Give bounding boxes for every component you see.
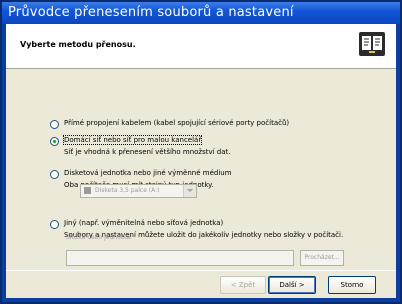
wizard-header: Vyberte metodu přenosu. [6,24,396,69]
drive-select-value: Disketa 3,5 palce (A:) [95,187,160,194]
transfer-wizard-icon [359,32,385,56]
window-title: Průvodce přenesením souborů a nastavení [8,5,294,20]
wizard-content: Vyberte metodu přenosu. Přímé propojení … [6,24,396,298]
label-floppy[interactable]: Disketová jednotka nebo jiné výměnné méd… [64,169,232,177]
radio-other[interactable] [50,220,59,229]
title-bar[interactable]: Průvodce přenesením souborů a nastavení [2,2,400,24]
radio-direct-cable[interactable] [50,120,59,129]
separator [6,270,396,271]
back-button[interactable]: < Zpět [220,276,266,294]
folder-input[interactable] [66,250,294,266]
cancel-button[interactable]: Storno [328,276,376,294]
dropdown-arrow-icon[interactable] [183,185,196,197]
label-direct-cable[interactable]: Přímé propojení kabelem (kabel spojující… [64,119,289,127]
folder-label: Složka nebo jednotka: [66,234,133,241]
label-other[interactable]: Jiný (např. výměnitelná nebo síťová jedn… [64,219,223,227]
desc-home-network: Síť je vhodná k přenesení většího množst… [64,148,231,156]
next-button[interactable]: Další > [268,276,316,294]
floppy-icon [84,187,91,194]
drive-select[interactable]: Disketa 3,5 palce (A:) [80,184,197,198]
wizard-window: Průvodce přenesením souborů a nastavení … [0,0,402,304]
radio-floppy[interactable] [50,170,59,179]
radio-home-network[interactable] [50,137,59,146]
label-home-network[interactable]: Domácí síť nebo síť pro malou kancelář [62,135,203,145]
browse-button[interactable]: Procházet... [300,250,344,266]
header-title: Vyberte metodu přenosu. [20,40,136,49]
